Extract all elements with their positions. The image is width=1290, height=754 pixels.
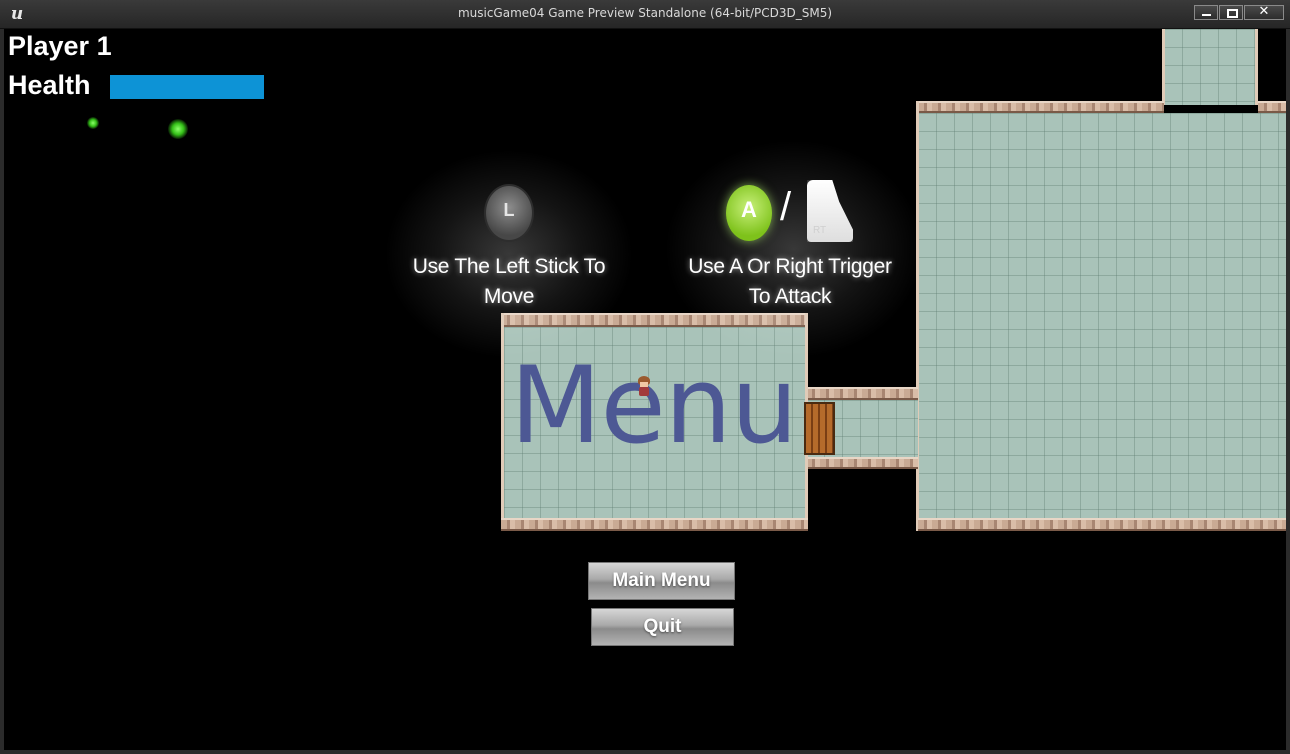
close-icon: ✕: [1258, 4, 1270, 19]
brick-wall: [1258, 101, 1286, 113]
brick-wall: [501, 518, 808, 531]
health-bar: [110, 75, 264, 99]
wooden-door: [804, 402, 835, 455]
wall-edge: [1255, 29, 1258, 105]
player-label: Player 1: [8, 31, 112, 61]
window-titlebar: u musicGame04 Game Preview Standalone (6…: [0, 0, 1290, 29]
minimize-button[interactable]: [1194, 5, 1218, 20]
health-label: Health: [8, 70, 91, 100]
quit-button[interactable]: Quit: [591, 608, 734, 646]
brick-wall: [918, 518, 1286, 531]
corridor-floor-north: [1164, 29, 1256, 105]
brick-wall: [806, 457, 918, 469]
brick-wall: [918, 101, 1164, 113]
game-viewport[interactable]: Player 1 Health Menu L Use The Left Stic…: [4, 29, 1286, 750]
attack-hint-text: Use A Or Right Trigger To Attack: [688, 255, 892, 308]
health-bar-fill: [110, 75, 264, 99]
green-sparkle-effect: [168, 119, 188, 139]
window-title: musicGame04 Game Preview Standalone (64-…: [457, 6, 833, 20]
wall-edge: [1162, 29, 1165, 105]
a-button-icon: A: [726, 185, 772, 241]
hint-glow: [664, 139, 924, 359]
menu-floor-label: Menu: [510, 344, 798, 467]
move-hint-text: Use The Left Stick To Move: [412, 255, 606, 308]
close-button[interactable]: ✕: [1244, 4, 1284, 20]
player-character: [636, 376, 652, 398]
main-menu-button[interactable]: Main Menu: [588, 562, 735, 600]
left-stick-icon: L: [484, 184, 534, 242]
large-room-floor: [918, 113, 1286, 519]
green-sparkle-effect: [87, 117, 99, 129]
brick-wall: [806, 387, 918, 400]
separator-slash: /: [780, 185, 792, 229]
maximize-button[interactable]: [1219, 5, 1243, 20]
